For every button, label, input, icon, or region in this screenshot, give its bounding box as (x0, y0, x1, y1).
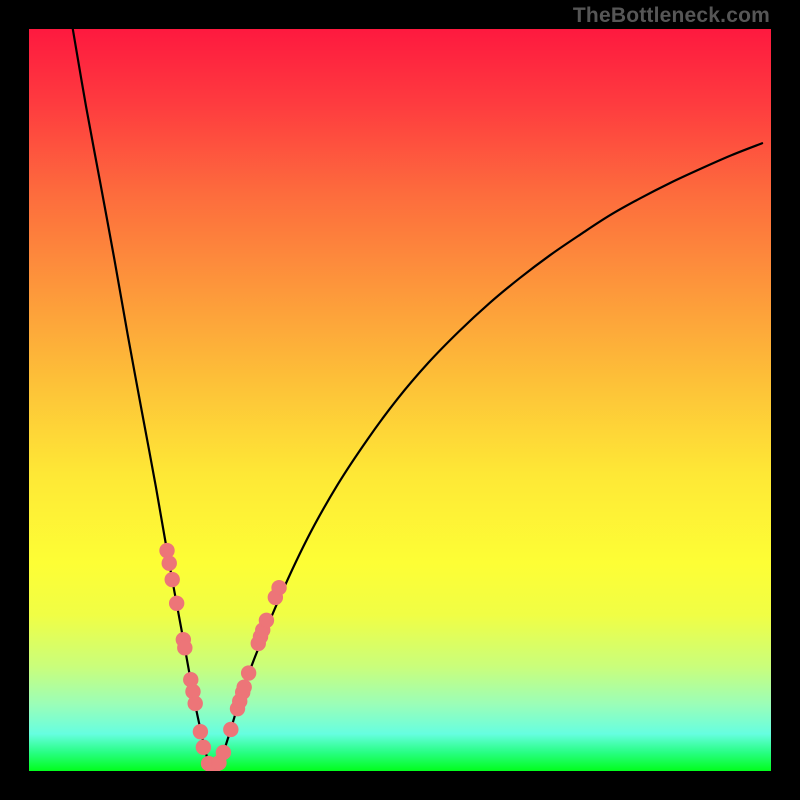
data-marker (188, 696, 202, 710)
data-marker (193, 724, 207, 738)
outer-frame: TheBottleneck.com (0, 0, 800, 800)
data-marker (169, 596, 183, 610)
data-marker (160, 543, 174, 557)
data-marker (259, 613, 273, 627)
plot-area (29, 29, 771, 771)
data-marker (241, 666, 255, 680)
data-marker (216, 745, 230, 759)
plot-svg (29, 29, 771, 771)
data-marker (224, 722, 238, 736)
data-marker (178, 641, 192, 655)
data-marker (165, 572, 179, 586)
data-marker (162, 556, 176, 570)
watermark-text: TheBottleneck.com (573, 4, 770, 28)
data-marker (272, 581, 286, 595)
data-marker (237, 680, 251, 694)
data-marker (196, 740, 210, 754)
